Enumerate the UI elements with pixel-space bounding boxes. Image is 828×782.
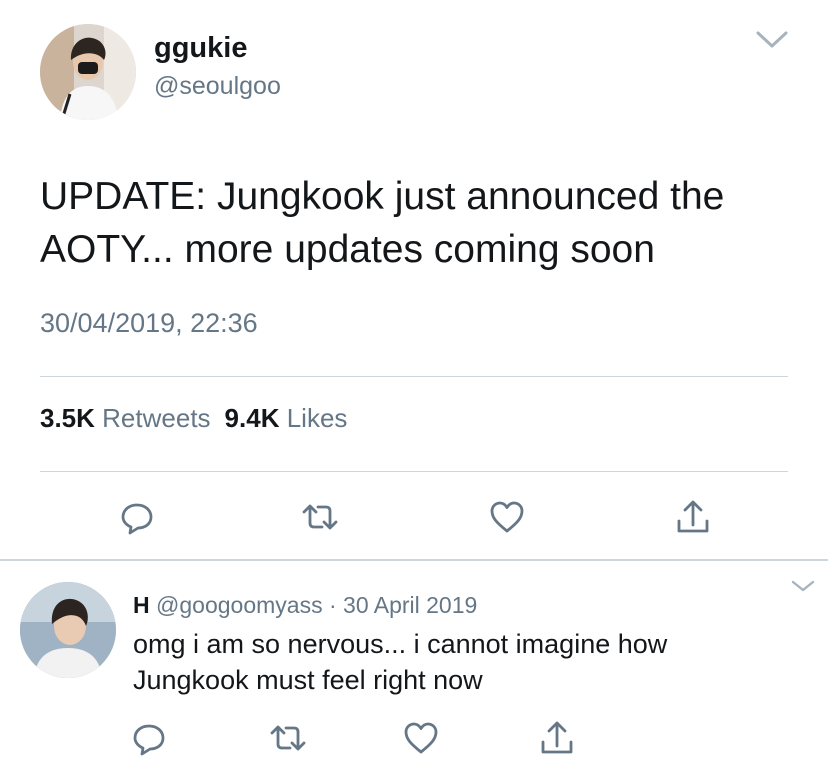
- retweets-count: 3.5K: [40, 403, 95, 433]
- main-tweet: ggukie @seoulgoo UPDATE: Jungkook just a…: [0, 0, 828, 560]
- tweet-timestamp: 30/04/2019, 22:36: [40, 308, 258, 338]
- reply-text-line: Jungkook must feel right now: [133, 665, 483, 695]
- retweets-label: Retweets: [102, 403, 211, 433]
- reply-author-handle[interactable]: @googoomyass: [156, 592, 323, 618]
- retweet-icon[interactable]: [300, 497, 340, 537]
- likes-label: Likes: [286, 403, 348, 433]
- retweets-stat[interactable]: 3.5K Retweets: [40, 403, 211, 433]
- divider: [40, 376, 788, 377]
- tweet-text-line: AOTY... more updates coming soon: [40, 228, 655, 271]
- reply-bubble-icon[interactable]: [117, 497, 157, 537]
- divider: [40, 471, 788, 472]
- reply-date[interactable]: 30 April 2019: [343, 592, 477, 618]
- heart-icon[interactable]: [401, 718, 441, 758]
- share-icon[interactable]: [673, 497, 713, 537]
- tweet-detail-screen: ggukie @seoulgoo UPDATE: Jungkook just a…: [0, 0, 828, 782]
- heart-icon[interactable]: [487, 497, 527, 537]
- reply-header: H @googoomyass · 30 April 2019: [133, 592, 477, 619]
- share-icon[interactable]: [537, 718, 577, 758]
- chevron-down-icon[interactable]: [790, 578, 816, 594]
- section-divider: [0, 559, 828, 561]
- chevron-down-icon[interactable]: [754, 28, 790, 52]
- reply-text: omg i am so nervous... i cannot imagine …: [133, 626, 793, 698]
- retweet-icon[interactable]: [268, 718, 308, 758]
- reply-text-line: omg i am so nervous... i cannot imagine …: [133, 629, 668, 659]
- reply-bubble-icon[interactable]: [129, 718, 169, 758]
- reply-author-name[interactable]: H: [133, 592, 150, 618]
- author-avatar[interactable]: [40, 24, 136, 120]
- author-handle[interactable]: @seoulgoo: [154, 72, 281, 101]
- reply-avatar[interactable]: [20, 582, 116, 678]
- likes-stat[interactable]: 9.4K Likes: [225, 403, 348, 433]
- tweet-text-line: UPDATE: Jungkook just announced the: [40, 175, 725, 218]
- likes-count: 9.4K: [224, 403, 280, 433]
- header-separator: ·: [328, 592, 337, 618]
- author-display-name[interactable]: ggukie: [154, 32, 247, 65]
- engagement-stats: 3.5K Retweets 9.4K Likes: [40, 403, 347, 434]
- tweet-text: UPDATE: Jungkook just announced the AOTY…: [40, 170, 800, 276]
